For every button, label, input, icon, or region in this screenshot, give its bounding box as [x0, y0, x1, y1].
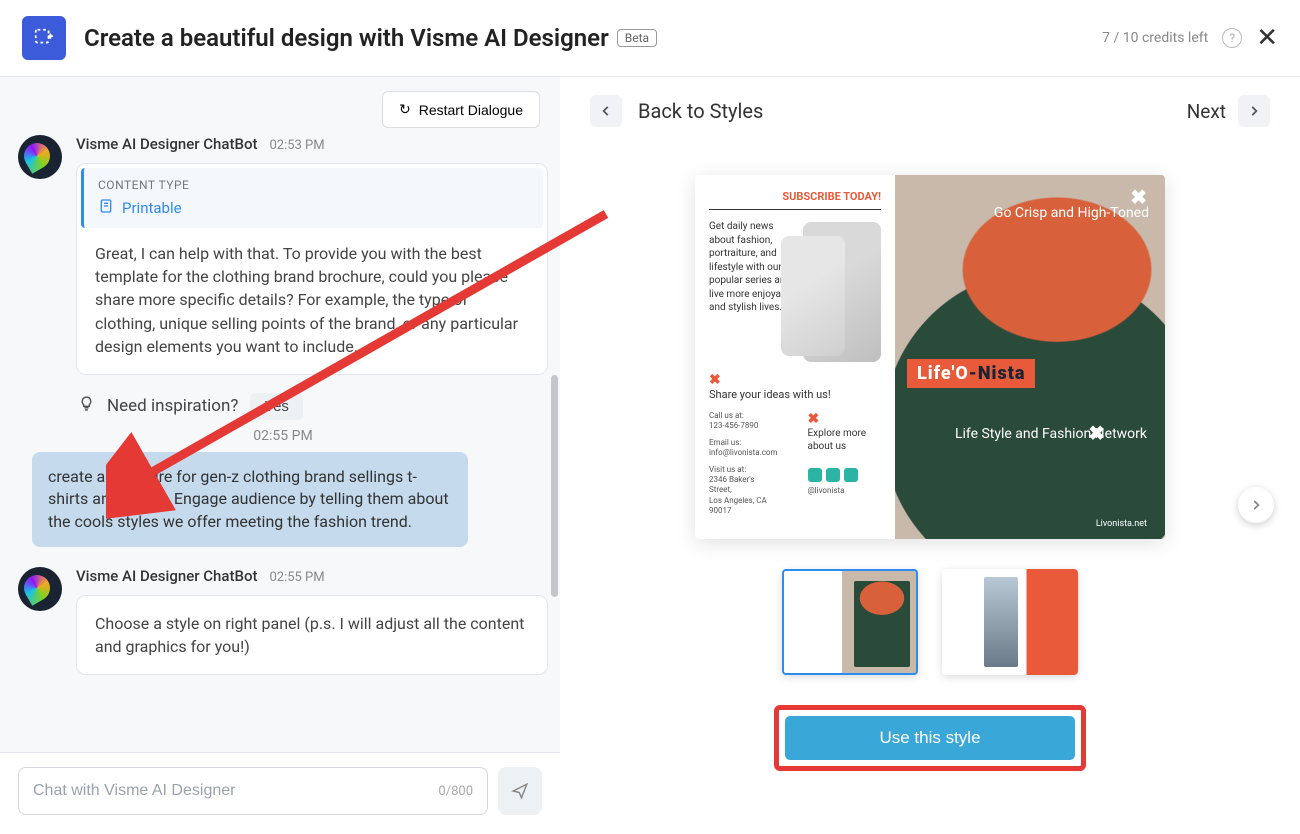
bot-avatar: [18, 135, 62, 179]
need-inspiration-row: Need inspiration? Yes: [78, 393, 548, 420]
bot-name: Visme AI Designer ChatBot: [76, 135, 257, 153]
scrollbar[interactable]: [551, 375, 558, 597]
bot-message: Choose a style on right panel (p.s. I wi…: [95, 612, 529, 658]
send-button[interactable]: [498, 767, 542, 815]
page-title: Create a beautiful design with Visme AI …: [84, 24, 657, 52]
restart-dialogue-button[interactable]: ↻ Restart Dialogue: [382, 91, 540, 128]
user-message-time: 02:55 PM: [18, 428, 548, 444]
chat-input[interactable]: [33, 782, 438, 800]
app-logo: [22, 16, 66, 60]
printable-icon: [98, 198, 114, 218]
chat-input-row: 0/800: [0, 752, 560, 829]
message-time: 02:55 PM: [269, 570, 324, 585]
message-time: 02:53 PM: [269, 138, 324, 153]
bot-avatar: [18, 567, 62, 611]
credits-left: 7 / 10 credits left: [1102, 30, 1208, 46]
restart-icon: ↻: [399, 101, 411, 118]
chat-panel: ↻ Restart Dialogue Visme AI Designer Cha…: [0, 77, 560, 829]
back-button[interactable]: [590, 95, 622, 127]
style-panel: Back to Styles Next SUBSCRIBE TODAY! Get…: [560, 77, 1300, 829]
content-type-value: Printable: [122, 199, 182, 217]
use-this-style-button[interactable]: Use this style: [785, 716, 1075, 760]
style-thumbnail-1[interactable]: [782, 569, 918, 675]
help-icon[interactable]: ?: [1222, 28, 1242, 48]
bot-message: Great, I can help with that. To provide …: [81, 228, 543, 370]
beta-badge: Beta: [617, 29, 657, 47]
style-preview: SUBSCRIBE TODAY! Get daily news about fa…: [695, 175, 1165, 539]
user-message: create a brochure for gen-z clothing bra…: [32, 452, 468, 547]
next-style-arrow[interactable]: [1238, 487, 1274, 523]
content-type-label: CONTENT TYPE: [98, 178, 529, 192]
bot-name: Visme AI Designer ChatBot: [76, 567, 257, 585]
style-thumbnails: [782, 569, 1078, 675]
bulb-icon: [78, 395, 95, 417]
content-type-card: CONTENT TYPE Printable Great, I can help…: [76, 163, 548, 375]
back-to-styles-label: Back to Styles: [638, 99, 763, 123]
inspiration-yes-button[interactable]: Yes: [250, 393, 302, 420]
use-style-highlight: Use this style: [774, 705, 1086, 771]
char-count: 0/800: [438, 784, 473, 799]
next-label: Next: [1187, 100, 1226, 123]
style-thumbnail-2[interactable]: [942, 569, 1078, 675]
next-button[interactable]: [1238, 95, 1270, 127]
header: Create a beautiful design with Visme AI …: [0, 0, 1300, 77]
close-button[interactable]: ✕: [1256, 25, 1278, 51]
